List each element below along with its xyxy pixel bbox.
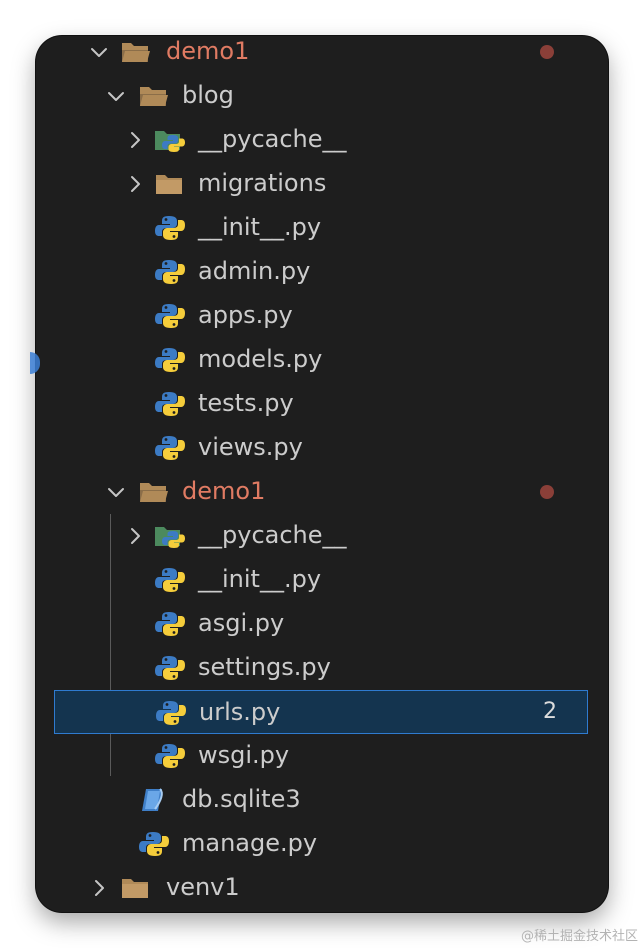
tree-item-label: __init__.py xyxy=(198,213,322,241)
modified-dot-indicator xyxy=(540,45,554,59)
tree-item-label: tests.py xyxy=(198,389,294,417)
python-file-icon xyxy=(139,832,169,856)
tree-item-label: venv1 xyxy=(166,873,240,901)
tree-item-label: db.sqlite3 xyxy=(182,785,301,813)
chevron-right-icon[interactable] xyxy=(88,877,110,899)
python-file-icon xyxy=(155,744,185,768)
tree-file-row[interactable]: asgi.py xyxy=(36,602,608,646)
tree-item-label: admin.py xyxy=(198,257,311,285)
tree-item-label: views.py xyxy=(198,433,303,461)
folder-icon xyxy=(140,87,168,106)
folder-icon xyxy=(122,879,148,898)
tree-folder-row[interactable]: venv1 xyxy=(36,866,608,910)
chevron-down-icon[interactable] xyxy=(88,41,110,63)
file-explorer-panel: demo1 blog __pycache__ migrations __init__.p… xyxy=(36,36,608,912)
tree-item-label: demo1 xyxy=(182,477,266,505)
sqlite-file-icon xyxy=(142,788,163,811)
tree-item-label: asgi.py xyxy=(198,609,285,637)
tree-item-label: __pycache__ xyxy=(198,125,347,153)
tree-file-row[interactable]: __init__.py xyxy=(36,558,608,602)
tree-file-row[interactable]: db.sqlite3 xyxy=(36,778,608,822)
tree-item-label: __init__.py xyxy=(198,565,322,593)
folder-icon xyxy=(156,175,182,194)
tree-folder-row[interactable]: demo1 xyxy=(36,470,608,514)
tree-file-row[interactable]: views.py xyxy=(36,426,608,470)
tree-folder-row[interactable]: __pycache__ xyxy=(36,118,608,162)
chevron-right-icon[interactable] xyxy=(124,129,146,151)
watermark-text: @稀土掘金技术社区 xyxy=(520,929,638,944)
chevron-right-icon[interactable] xyxy=(124,173,146,195)
tree-item-label: __pycache__ xyxy=(198,521,347,549)
tree-folder-row[interactable]: demo1 xyxy=(36,36,608,74)
tree-folder-row[interactable]: migrations xyxy=(36,162,608,206)
problem-count-badge: 2 xyxy=(543,699,557,724)
python-file-icon xyxy=(155,656,185,680)
tree-item-label: blog xyxy=(182,81,234,109)
tree-item-label: manage.py xyxy=(182,829,318,857)
chevron-down-icon[interactable] xyxy=(105,481,127,503)
python-file-icon xyxy=(155,260,185,284)
tree-item-label: urls.py xyxy=(199,698,281,726)
tree-folder-row[interactable]: blog xyxy=(36,74,608,118)
python-file-icon xyxy=(155,348,185,372)
python-file-icon xyxy=(155,568,185,592)
tree-item-label: apps.py xyxy=(198,301,293,329)
modified-dot-indicator xyxy=(540,485,554,499)
pycache-folder-icon xyxy=(155,131,185,152)
tree-item-label: wsgi.py xyxy=(198,741,290,769)
chevron-right-icon[interactable] xyxy=(124,525,146,547)
tree-item-label: models.py xyxy=(198,345,323,373)
tree-item-label: demo1 xyxy=(166,37,250,65)
tree-file-row[interactable]: wsgi.py xyxy=(36,734,608,778)
tree-file-row[interactable]: admin.py xyxy=(36,250,608,294)
tree-file-row[interactable]: manage.py xyxy=(36,822,608,866)
tree-folder-row[interactable]: __pycache__ xyxy=(36,514,608,558)
tree-item-label: settings.py xyxy=(198,653,331,681)
tree-file-row[interactable]: models.py xyxy=(36,338,608,382)
python-file-icon xyxy=(155,392,185,416)
chevron-down-icon[interactable] xyxy=(105,85,127,107)
tree-file-row[interactable]: apps.py xyxy=(36,294,608,338)
folder-icon xyxy=(140,483,168,502)
pycache-folder-icon xyxy=(155,527,185,548)
folder-icon xyxy=(122,43,150,62)
python-file-icon xyxy=(155,436,185,460)
python-file-icon xyxy=(155,612,185,636)
tree-file-row[interactable]: urls.py 2 xyxy=(54,690,588,734)
tree-file-row[interactable]: settings.py xyxy=(36,646,608,690)
tree-file-row[interactable]: __init__.py xyxy=(36,206,608,250)
python-file-icon xyxy=(156,701,186,725)
python-file-icon xyxy=(155,304,185,328)
python-file-icon xyxy=(155,216,185,240)
tree-file-row[interactable]: tests.py xyxy=(36,382,608,426)
tree-item-label: migrations xyxy=(198,169,327,197)
